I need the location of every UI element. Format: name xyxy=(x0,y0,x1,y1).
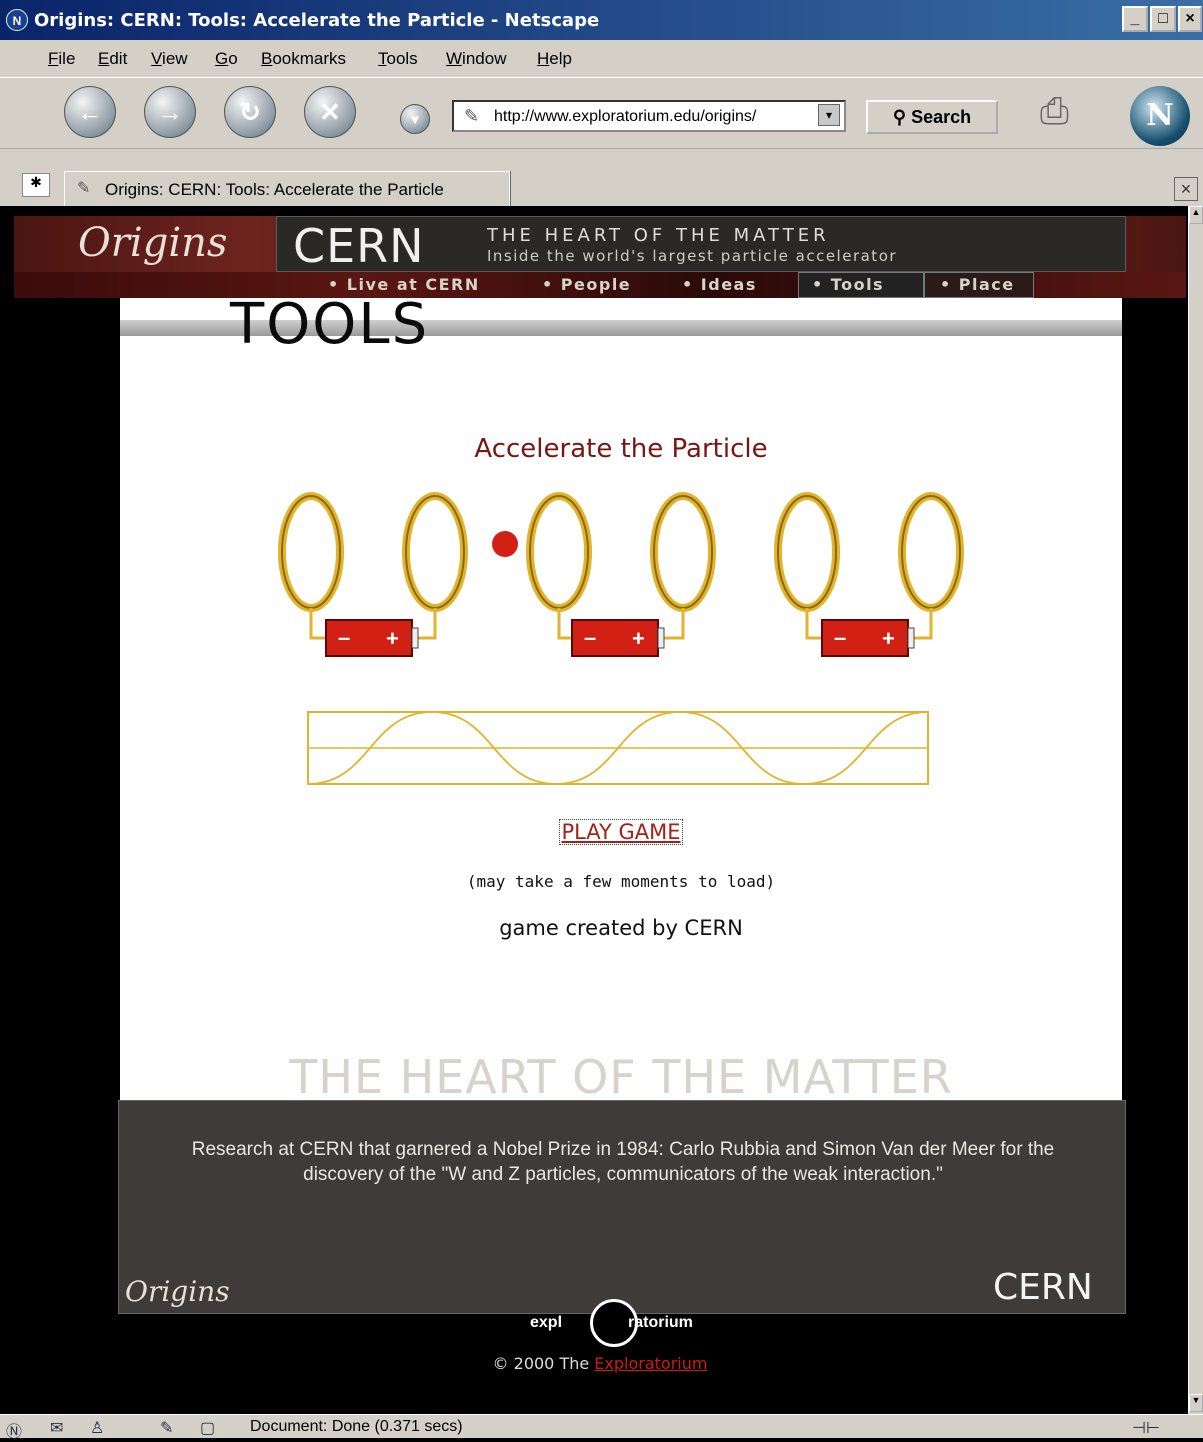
status-bar: Ⓝ ✉ ♙ ✎ ▢ Document: Done (0.371 secs) ⊣⊢ xyxy=(0,1414,1203,1441)
play-game-label[interactable]: PLAY GAME xyxy=(559,819,683,845)
accelerator-illustration: – + – + – + xyxy=(278,492,964,785)
svg-text:+: + xyxy=(386,626,399,651)
content-panel: TOOLS Accelerate the Particle – + – + – … xyxy=(120,292,1122,1104)
navigation-toolbar: ← → ↻ ✕ ▾ ✎ http://www.exploratorium.edu… xyxy=(0,78,1203,148)
battery-1: – + xyxy=(325,619,419,657)
composer-icon[interactable]: ✎ xyxy=(160,1418,173,1438)
svg-text:+: + xyxy=(882,626,895,651)
copyright: © 2000 The Exploratorium xyxy=(14,1354,1186,1373)
cern-logo[interactable]: CERN xyxy=(293,219,425,273)
new-tab-icon[interactable]: ✱ xyxy=(22,173,50,197)
nobel-text: Research at CERN that garnered a Nobel P… xyxy=(191,1139,1055,1185)
url-field[interactable]: ✎ http://www.exploratorium.edu/origins/ xyxy=(452,100,846,132)
minimize-button[interactable]: _ xyxy=(1122,6,1148,32)
window-title: Origins: CERN: Tools: Accelerate the Par… xyxy=(34,10,600,31)
game-title: Accelerate the Particle xyxy=(474,434,768,464)
chat-icon[interactable]: ▢ xyxy=(200,1418,215,1438)
search-icon: ⚲ xyxy=(892,107,907,127)
search-button-label: Search xyxy=(911,107,972,127)
site-banner: Origins CERN THE HEART OF THE MATTER Ins… xyxy=(14,216,1186,273)
window-title-bar: N Origins: CERN: Tools: Accelerate the P… xyxy=(0,0,1203,40)
svg-text:–: – xyxy=(834,625,846,650)
navigator-icon[interactable]: Ⓝ xyxy=(6,1418,22,1442)
page-content: Origins CERN THE HEART OF THE MATTER Ins… xyxy=(14,206,1186,1414)
address-book-icon[interactable]: ♙ xyxy=(90,1418,104,1438)
exploratorium-logo-right: ratorium xyxy=(628,1314,693,1331)
tab-page-icon: ✎ xyxy=(77,180,91,197)
chevron-down-icon: ▾ xyxy=(825,108,833,122)
copyright-text: © 2000 The xyxy=(492,1354,595,1373)
svg-text:–: – xyxy=(584,625,596,650)
battery-3: – + xyxy=(821,619,915,657)
mail-icon[interactable]: ✉ xyxy=(50,1418,63,1438)
load-note: (may take a few moments to load) xyxy=(466,872,776,891)
section-nav: • Live at CERN • People • Ideas • Tools … xyxy=(14,272,1186,298)
menu-go[interactable]: Go xyxy=(215,49,238,69)
close-icon: × xyxy=(1180,179,1192,199)
particle xyxy=(492,531,518,557)
url-text: http://www.exploratorium.edu/origins/ xyxy=(494,108,757,125)
menu-help[interactable]: Help xyxy=(537,49,572,69)
stop-icon: ✕ xyxy=(319,97,341,127)
banner-tagline: THE HEART OF THE MATTER xyxy=(487,225,830,246)
back-button[interactable]: ← xyxy=(64,86,116,138)
connection-icon: ⊣⊢ xyxy=(1132,1420,1160,1437)
exploratorium-logo[interactable]: expl ratorium xyxy=(514,1298,774,1352)
tab-strip: ✱ ✎ Origins: CERN: Tools: Accelerate the… xyxy=(0,148,1203,207)
scroll-up-arrow[interactable]: ▲ xyxy=(1189,206,1203,224)
forward-button[interactable]: → xyxy=(144,86,196,138)
menu-tools[interactable]: Tools xyxy=(378,49,418,69)
reload-button[interactable]: ↻ xyxy=(224,86,276,138)
scroll-down-arrow[interactable]: ▼ xyxy=(1189,1394,1203,1412)
menu-view[interactable]: View xyxy=(151,49,188,69)
print-icon[interactable]: ⎙ xyxy=(1040,90,1069,133)
netscape-app-icon: N xyxy=(6,9,28,31)
menu-edit[interactable]: Edit xyxy=(98,49,127,69)
page-bookmark-icon: ✎ xyxy=(464,106,480,126)
chevron-down-icon: ▾ xyxy=(411,111,419,127)
stop-button[interactable]: ✕ xyxy=(304,86,356,138)
nav-place[interactable]: • Place xyxy=(940,275,1015,294)
status-text: Document: Done (0.371 secs) xyxy=(250,1418,463,1435)
wave-graph xyxy=(307,711,929,785)
origins-logo[interactable]: Origins xyxy=(78,220,227,266)
svg-text:+: + xyxy=(632,626,645,651)
url-dropdown-arrow[interactable]: ▾ xyxy=(818,104,840,126)
exploratorium-link[interactable]: Exploratorium xyxy=(594,1354,707,1373)
back-arrow-icon: ← xyxy=(77,97,103,127)
play-game-link[interactable]: PLAY GAME xyxy=(120,819,1122,845)
section-title: TOOLS xyxy=(230,292,430,357)
close-tab-button[interactable]: × xyxy=(1174,177,1198,201)
home-dropdown-button[interactable]: ▾ xyxy=(400,104,430,134)
nav-people[interactable]: • People xyxy=(542,275,631,294)
menu-file[interactable]: File xyxy=(48,49,75,69)
reload-icon: ↻ xyxy=(239,97,261,127)
close-window-button[interactable]: × xyxy=(1178,6,1202,32)
banner-inner: CERN THE HEART OF THE MATTER Inside the … xyxy=(276,216,1126,273)
search-button[interactable]: ⚲ Search xyxy=(866,100,998,134)
banner-subtitle: Inside the world's largest particle acce… xyxy=(487,247,898,265)
nav-ideas[interactable]: • Ideas xyxy=(682,275,757,294)
battery-2: – + xyxy=(571,619,665,657)
exploratorium-logo-left: expl xyxy=(530,1314,563,1331)
nav-tools[interactable]: • Tools xyxy=(812,275,884,294)
vertical-scrollbar[interactable]: ▲ ▼ xyxy=(1188,206,1203,1414)
heart-watermark: THE HEART OF THE MATTER xyxy=(289,1050,953,1104)
svg-text:–: – xyxy=(338,625,350,650)
menu-bookmarks[interactable]: Bookmarks xyxy=(261,49,346,69)
tab-label: Origins: CERN: Tools: Accelerate the Par… xyxy=(105,180,444,199)
footer-cern-logo[interactable]: CERN xyxy=(993,1267,1093,1308)
footer-box: Research at CERN that garnered a Nobel P… xyxy=(118,1100,1126,1314)
game-credit: game created by CERN xyxy=(499,916,743,940)
tab-active[interactable]: ✎ Origins: CERN: Tools: Accelerate the P… xyxy=(64,171,510,207)
accelerator-rings xyxy=(278,492,964,612)
footer-origins-logo[interactable]: Origins xyxy=(125,1275,230,1308)
netscape-logo[interactable]: N xyxy=(1130,86,1190,146)
forward-arrow-icon: → xyxy=(157,97,183,127)
maximize-button[interactable]: □ xyxy=(1150,6,1176,32)
menu-window[interactable]: Window xyxy=(446,49,506,69)
menu-bar: File Edit View Go Bookmarks Tools Window… xyxy=(0,40,1203,78)
